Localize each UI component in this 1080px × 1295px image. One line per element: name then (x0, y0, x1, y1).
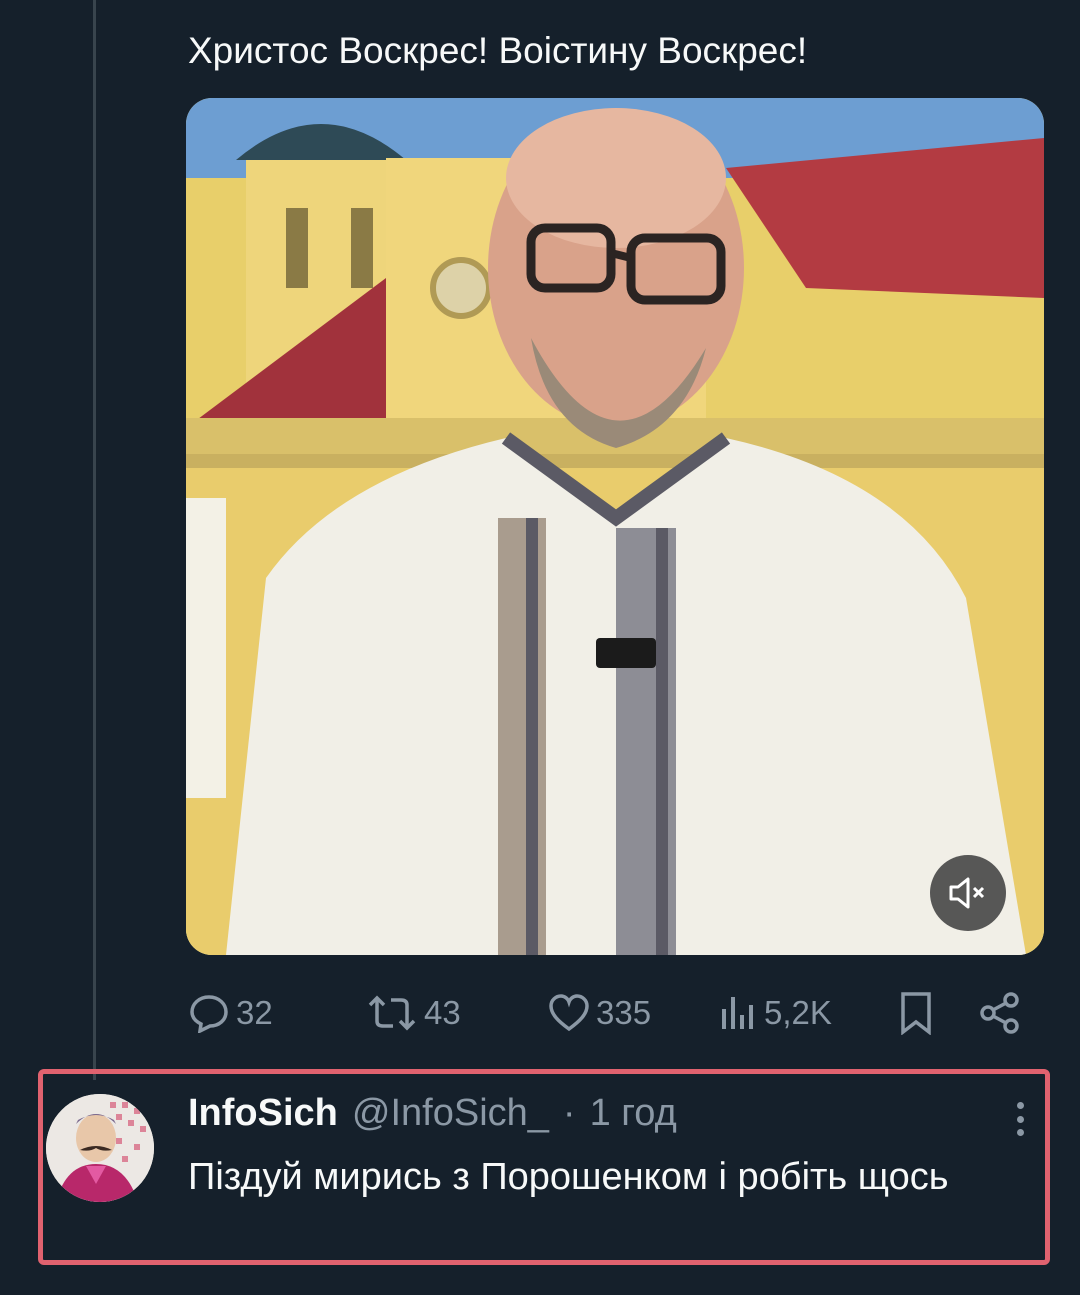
bookmark-icon (901, 992, 931, 1035)
like-count: 335 (596, 994, 652, 1031)
views-count: 5,2K (764, 994, 832, 1031)
views-icon (722, 997, 753, 1029)
reply-handle[interactable]: @InfoSich_ (352, 1092, 549, 1135)
cossack-avatar-illustration (46, 1094, 154, 1202)
reply-display-name[interactable]: InfoSich (188, 1092, 338, 1135)
reply-timestamp[interactable]: 1 год (590, 1092, 677, 1135)
like-icon (549, 994, 589, 1032)
share-button[interactable] (978, 985, 1022, 1041)
share-icon (980, 992, 1019, 1034)
tweet-video[interactable] (186, 98, 1044, 955)
reply-avatar[interactable] (46, 1094, 154, 1202)
like-button[interactable]: 335 (548, 985, 651, 1041)
more-dot-icon (1016, 1115, 1024, 1123)
thread-connector-line (93, 0, 96, 1080)
twitter-thread-screen: Христос Воскрес! Воістину Воскрес! 32 43… (0, 0, 1080, 1295)
reply-text: Піздуй мирись з Порошенком і робіть щось (188, 1156, 949, 1198)
views-button[interactable]: 5,2K (718, 985, 832, 1041)
tweet-text: Христос Воскрес! Воістину Воскрес! (188, 30, 808, 71)
more-dot-icon (1016, 1129, 1024, 1136)
mute-toggle-button[interactable] (930, 855, 1006, 931)
more-options-button[interactable] (1007, 1098, 1033, 1140)
reply-icon (190, 995, 228, 1033)
speaker-muted-icon (949, 877, 985, 909)
reply-header: InfoSich @InfoSich_ · 1 год (188, 1092, 677, 1140)
bookmark-button[interactable] (898, 985, 934, 1041)
reply-button[interactable]: 32 (188, 985, 273, 1041)
tweet-action-bar: 32 43 335 5,2K (188, 985, 1030, 1041)
reply-count: 32 (236, 994, 273, 1031)
retweet-button[interactable]: 43 (366, 985, 461, 1041)
video-frame-illustration (186, 98, 1044, 955)
more-dot-icon (1016, 1102, 1024, 1109)
retweet-icon (368, 995, 416, 1031)
reply-separator: · (562, 1092, 576, 1134)
retweet-count: 43 (424, 994, 461, 1031)
